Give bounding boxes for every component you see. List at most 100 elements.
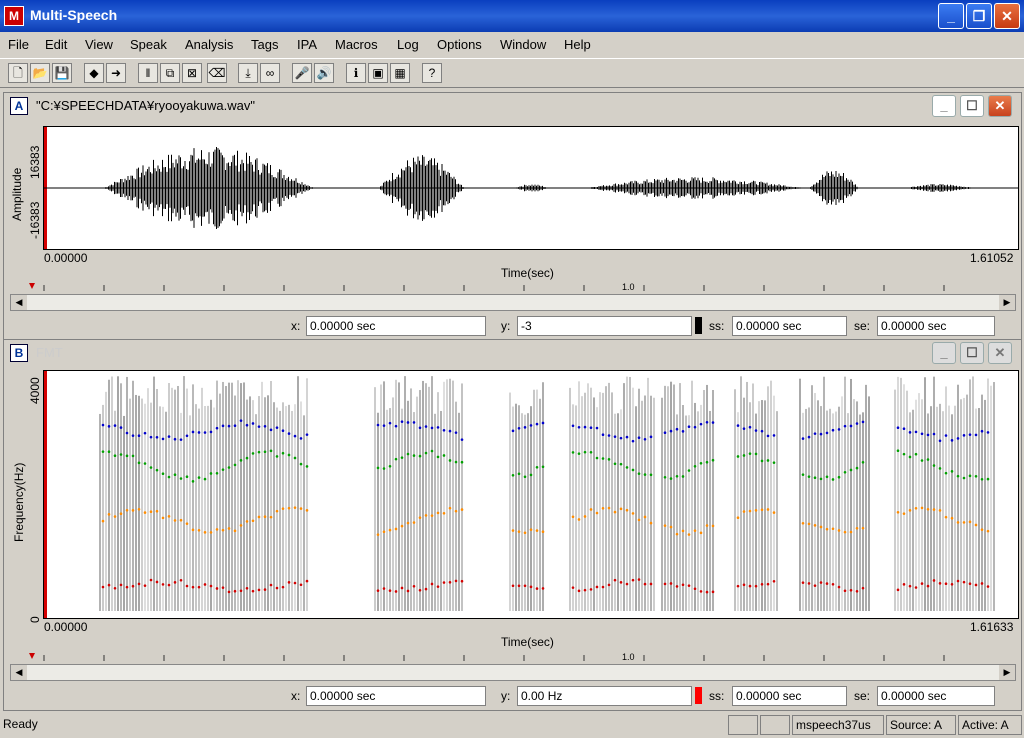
formant-point	[950, 582, 954, 586]
formant-point	[209, 531, 213, 534]
formant-point	[107, 425, 111, 428]
speaker-icon[interactable]: 🔊	[314, 63, 334, 83]
x-readout-label: x:	[291, 689, 301, 703]
menu-options[interactable]: Options	[437, 37, 482, 52]
open-folder-icon[interactable]: 📂	[30, 63, 50, 83]
formant-point	[914, 430, 918, 434]
scroll-left-arrow-icon[interactable]: ◀	[11, 665, 27, 680]
forward-arrow-icon[interactable]: ➜	[106, 63, 126, 83]
formant-point	[221, 586, 225, 589]
save-icon[interactable]: 💾	[52, 63, 72, 83]
grid-icon[interactable]: ▦	[390, 63, 410, 83]
display-icon[interactable]: ▣	[368, 63, 388, 83]
new-file-icon[interactable]: 🗋	[8, 63, 28, 83]
download-icon[interactable]: ⤓	[238, 63, 258, 83]
formant-point	[571, 424, 575, 428]
formant-point	[577, 425, 581, 429]
scroll-left-arrow-icon[interactable]: ◀	[11, 295, 27, 310]
menu-tags[interactable]: Tags	[251, 37, 278, 52]
spectrogram-time-ruler[interactable]	[24, 651, 1004, 661]
spectrogram-column	[437, 392, 439, 611]
formant-point	[137, 434, 141, 437]
spectrogram-scrollbar[interactable]: ◀ ▶	[10, 664, 1016, 681]
waveform-window-title-bar: A "C:¥SPEECHDATA¥ryooyakuwa.wav" _ ☐ ✕	[4, 93, 1021, 119]
spectrogram-column	[734, 389, 736, 611]
info-icon[interactable]: ℹ	[346, 63, 366, 83]
app-logo-icon[interactable]: M	[4, 6, 24, 26]
link-icon[interactable]: ∞	[260, 63, 280, 83]
formant-point	[619, 436, 623, 440]
spectrogram-column	[749, 402, 751, 611]
menu-analysis[interactable]: Analysis	[185, 37, 233, 52]
maximize-button[interactable]: ❐	[966, 3, 992, 29]
spectrogram-column	[644, 395, 646, 611]
waveform-time-ruler[interactable]	[24, 281, 1004, 291]
spectrogram-plot[interactable]	[43, 370, 1019, 619]
waveform-plot[interactable]	[43, 126, 1019, 250]
spectrogram-column	[300, 401, 302, 611]
formant-point	[529, 473, 533, 477]
back-arrow-icon[interactable]: ◆	[84, 63, 104, 83]
spectrogram-column	[273, 402, 275, 611]
formant-point	[388, 528, 392, 532]
window-b-maximize-button[interactable]: ☐	[960, 342, 984, 364]
waveform-scrollbar[interactable]: ◀ ▶	[10, 294, 1016, 311]
menu-speak[interactable]: Speak	[130, 37, 167, 52]
waveform-bars-icon[interactable]: ‖	[138, 63, 158, 83]
menu-window[interactable]: Window	[500, 37, 546, 52]
spectrogram-column	[395, 379, 397, 611]
spectrogram-column	[647, 377, 649, 611]
formant-point	[215, 528, 219, 531]
window-a-maximize-button[interactable]: ☐	[960, 95, 984, 117]
formant-point	[754, 429, 758, 432]
spectrogram-column	[927, 413, 929, 611]
spectrogram-column	[838, 406, 840, 611]
formant-point	[412, 521, 416, 524]
menu-log[interactable]: Log	[397, 37, 419, 52]
help-icon[interactable]: ?	[422, 63, 442, 83]
formant-point	[711, 458, 715, 462]
formant-point	[687, 533, 691, 536]
formant-point	[149, 578, 153, 582]
spectrogram-column	[114, 410, 116, 611]
spectrogram-column	[458, 412, 460, 611]
menu-help[interactable]: Help	[564, 37, 591, 52]
spectrogram-column	[413, 412, 415, 611]
spectrogram-column	[682, 405, 684, 611]
scroll-right-arrow-icon[interactable]: ▶	[999, 295, 1015, 310]
minimize-button[interactable]: _	[938, 3, 964, 29]
spectrogram-column	[276, 407, 278, 611]
formant-point	[607, 583, 611, 587]
formant-point	[766, 582, 770, 586]
close-window-icon[interactable]: ⊠	[182, 63, 202, 83]
menu-edit[interactable]: Edit	[45, 37, 67, 52]
spectrogram-column	[189, 415, 191, 611]
spectrogram-column	[703, 389, 705, 611]
formant-point	[968, 582, 972, 586]
window-a-badge: A	[10, 97, 28, 115]
formant-point	[382, 467, 386, 470]
scroll-right-arrow-icon[interactable]: ▶	[999, 665, 1015, 680]
microphone-icon[interactable]: 🎤	[292, 63, 312, 83]
formant-point	[607, 434, 611, 437]
menu-view[interactable]: View	[85, 37, 113, 52]
formant-point	[185, 475, 189, 479]
window-a-close-button[interactable]: ✕	[988, 95, 1012, 117]
menu-macros[interactable]: Macros	[335, 37, 378, 52]
window-a-minimize-button[interactable]: _	[932, 95, 956, 117]
formant-point	[705, 420, 709, 424]
formant-point	[541, 587, 545, 590]
formant-point	[179, 518, 183, 522]
formant-point	[825, 527, 829, 531]
menu-ipa[interactable]: IPA	[297, 37, 317, 52]
formant-point	[819, 525, 823, 529]
close-button[interactable]: ✕	[994, 3, 1020, 29]
window-b-minimize-button[interactable]: _	[932, 342, 956, 364]
eraser-icon[interactable]: ⌫	[207, 63, 227, 83]
copy-window-icon[interactable]: ⧉	[160, 63, 180, 83]
window-b-close-button[interactable]: ✕	[988, 342, 1012, 364]
y-readout-label: y:	[501, 319, 511, 333]
menu-file[interactable]: File	[8, 37, 29, 52]
formant-point	[424, 587, 428, 591]
formant-point	[535, 465, 539, 469]
